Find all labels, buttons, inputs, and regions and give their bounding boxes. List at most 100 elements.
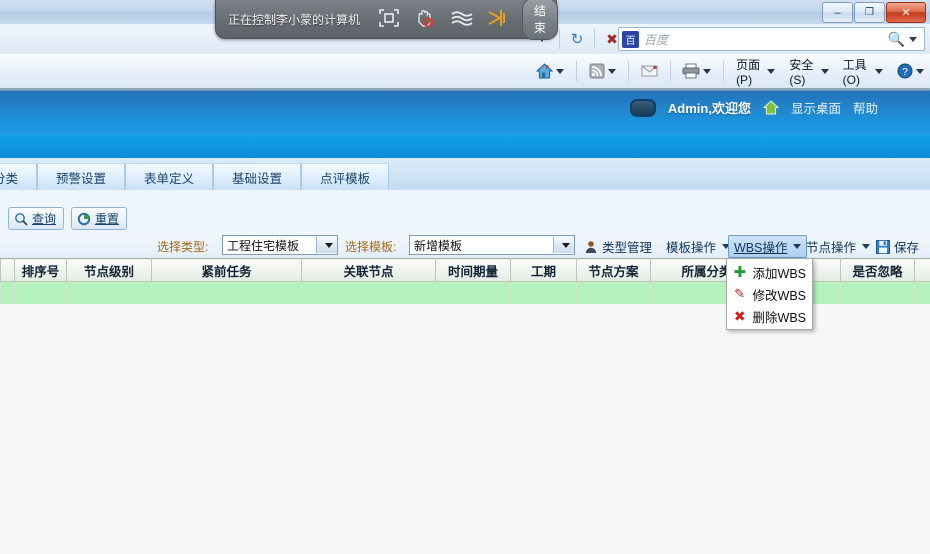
show-desktop-link[interactable]: 显示桌面 <box>791 98 841 117</box>
chevron-down-icon[interactable] <box>316 237 337 253</box>
home-button[interactable] <box>530 59 570 83</box>
cell-time-period[interactable] <box>435 281 511 306</box>
type-manage-button[interactable]: 类型管理 <box>578 235 658 258</box>
template-select[interactable]: 新增模板 <box>409 235 575 255</box>
tab-list: 分类 预警设置 表单定义 基础设置 点评模板 <box>0 158 390 190</box>
chevron-down-icon <box>820 68 829 74</box>
minimize-icon: – <box>834 6 841 19</box>
edit-icon: ✎ <box>734 286 746 301</box>
refresh-button[interactable]: ↻ <box>565 27 589 51</box>
cmd-divider-4 <box>723 61 725 81</box>
query-toolbar: 查询 重置 <box>0 204 930 233</box>
user-monitor-icon <box>629 98 656 117</box>
cmd-divider-2 <box>627 61 629 81</box>
type-manage-label: 类型管理 <box>602 241 653 255</box>
feeds-button[interactable] <box>583 59 622 83</box>
cell-node-plan[interactable] <box>576 281 651 306</box>
tab-label: 表单定义 <box>144 171 195 186</box>
quality-button[interactable] <box>450 8 473 30</box>
grid-col-duration[interactable]: 工期 <box>510 258 577 282</box>
chevron-down-icon[interactable] <box>553 237 574 253</box>
cmd-divider-1 <box>576 61 577 81</box>
browser-command-bar: 页面(P) 安全(S) 工具(O) ? <box>0 54 930 89</box>
close-button[interactable]: ✕ <box>886 2 926 23</box>
tab-review-template[interactable]: 点评模板 <box>301 163 390 190</box>
template-select-label: 选择模板: <box>345 240 397 254</box>
safety-menu-label: 安全(S) <box>789 57 814 87</box>
search-icon[interactable]: 🔍 <box>888 31 909 48</box>
search-box[interactable]: 百 百度 🔍 <box>618 27 925 51</box>
chevron-down-icon <box>874 68 883 74</box>
refresh-icon <box>77 212 91 225</box>
template-ops-label: 模板操作 <box>666 241 717 255</box>
grid-col-predecessor-task[interactable]: 紧前任务 <box>151 258 302 282</box>
cell-ignore-flag[interactable] <box>840 281 915 306</box>
tools-menu[interactable]: 工具(O) <box>837 52 889 91</box>
grid-col-rowhandle[interactable] <box>0 258 15 282</box>
save-button[interactable]: 保存 <box>870 235 925 258</box>
cell-related-node[interactable] <box>301 281 436 306</box>
tab-alert-settings[interactable]: 预警设置 <box>37 163 126 190</box>
tab-form-definition[interactable]: 表单定义 <box>125 163 214 190</box>
chevron-down-icon <box>607 68 616 74</box>
cell-spacer <box>914 281 930 306</box>
tab-classification[interactable]: 分类 <box>0 163 38 190</box>
cell-duration[interactable] <box>510 281 577 306</box>
disable-control-button[interactable] <box>414 8 436 30</box>
reset-button[interactable]: 重置 <box>71 207 128 230</box>
print-button[interactable] <box>676 59 717 83</box>
fullscreen-button[interactable] <box>378 8 400 30</box>
filter-toolbar-row: 选择类型: 工程住宅模板 选择模板: 新增模板 类型管理 模板操作 WBS操作 … <box>0 233 930 259</box>
reset-button-label: 重置 <box>95 212 120 226</box>
tab-label: 预警设置 <box>56 171 107 186</box>
type-select[interactable]: 工程住宅模板 <box>222 235 338 255</box>
mail-button[interactable] <box>635 60 664 82</box>
banner-bottom-strip <box>0 134 930 158</box>
cell-sort-number[interactable] <box>14 281 67 306</box>
restore-button[interactable]: ❐ <box>854 2 885 23</box>
type-select-label: 选择类型: <box>157 240 209 254</box>
menu-item-edit-wbs[interactable]: ✎ 修改WBS <box>727 283 812 305</box>
end-session-button[interactable]: 结束 <box>522 0 559 40</box>
page-menu[interactable]: 页面(P) <box>730 52 781 91</box>
query-button[interactable]: 查询 <box>8 207 65 230</box>
node-ops-menu[interactable]: 节点操作 <box>800 235 876 258</box>
cell-node-level[interactable] <box>66 281 152 306</box>
clipboard-transfer-button[interactable] <box>486 8 508 30</box>
end-session-label: 结束 <box>534 4 547 35</box>
grid-col-node-plan[interactable]: 节点方案 <box>576 258 651 282</box>
grid-col-time-period[interactable]: 时间期量 <box>435 258 511 282</box>
tab-label: 点评模板 <box>320 171 371 186</box>
baidu-glyph: 百 <box>625 35 636 47</box>
tab-basic-settings[interactable]: 基础设置 <box>213 163 302 190</box>
user-icon <box>585 240 597 253</box>
page-menu-label: 页面(P) <box>736 57 761 87</box>
wbs-ops-menu[interactable]: WBS操作 <box>728 235 808 258</box>
menu-item-delete-wbs[interactable]: ✖ 删除WBS <box>727 305 812 327</box>
help-icon: ? <box>897 63 913 79</box>
chevron-down-icon <box>767 68 776 74</box>
scissors-icon <box>488 10 506 26</box>
grid-col-sort-number[interactable]: 排序号 <box>14 258 67 282</box>
menu-item-label: 添加WBS <box>752 266 806 281</box>
cell-predecessor-task[interactable] <box>151 281 302 306</box>
search-provider-chevron-icon[interactable] <box>909 36 917 42</box>
grid-col-node-level[interactable]: 节点级别 <box>66 258 152 282</box>
grid-col-related-node[interactable]: 关联节点 <box>301 258 436 282</box>
banner-user-area: Admin,欢迎您 显示桌面 帮助 <box>629 98 878 117</box>
search-icon <box>15 212 28 226</box>
home-icon <box>536 63 553 79</box>
minimize-button[interactable]: – <box>822 2 853 23</box>
safety-menu[interactable]: 安全(S) <box>783 52 834 91</box>
search-input[interactable]: 百度 <box>644 31 668 48</box>
grid-empty-area <box>0 304 930 554</box>
no-control-icon <box>418 9 434 28</box>
cell-rowhandle[interactable] <box>0 281 15 306</box>
template-ops-menu[interactable]: 模板操作 <box>660 235 736 258</box>
menu-item-add-wbs[interactable]: ✚ 添加WBS <box>727 261 812 283</box>
plus-icon: ✚ <box>733 264 747 281</box>
help-link[interactable]: 帮助 <box>853 98 878 117</box>
quality-icon <box>451 11 473 26</box>
grid-col-ignore-flag[interactable]: 是否忽略 <box>840 258 915 282</box>
help-button[interactable]: ? <box>891 59 930 83</box>
